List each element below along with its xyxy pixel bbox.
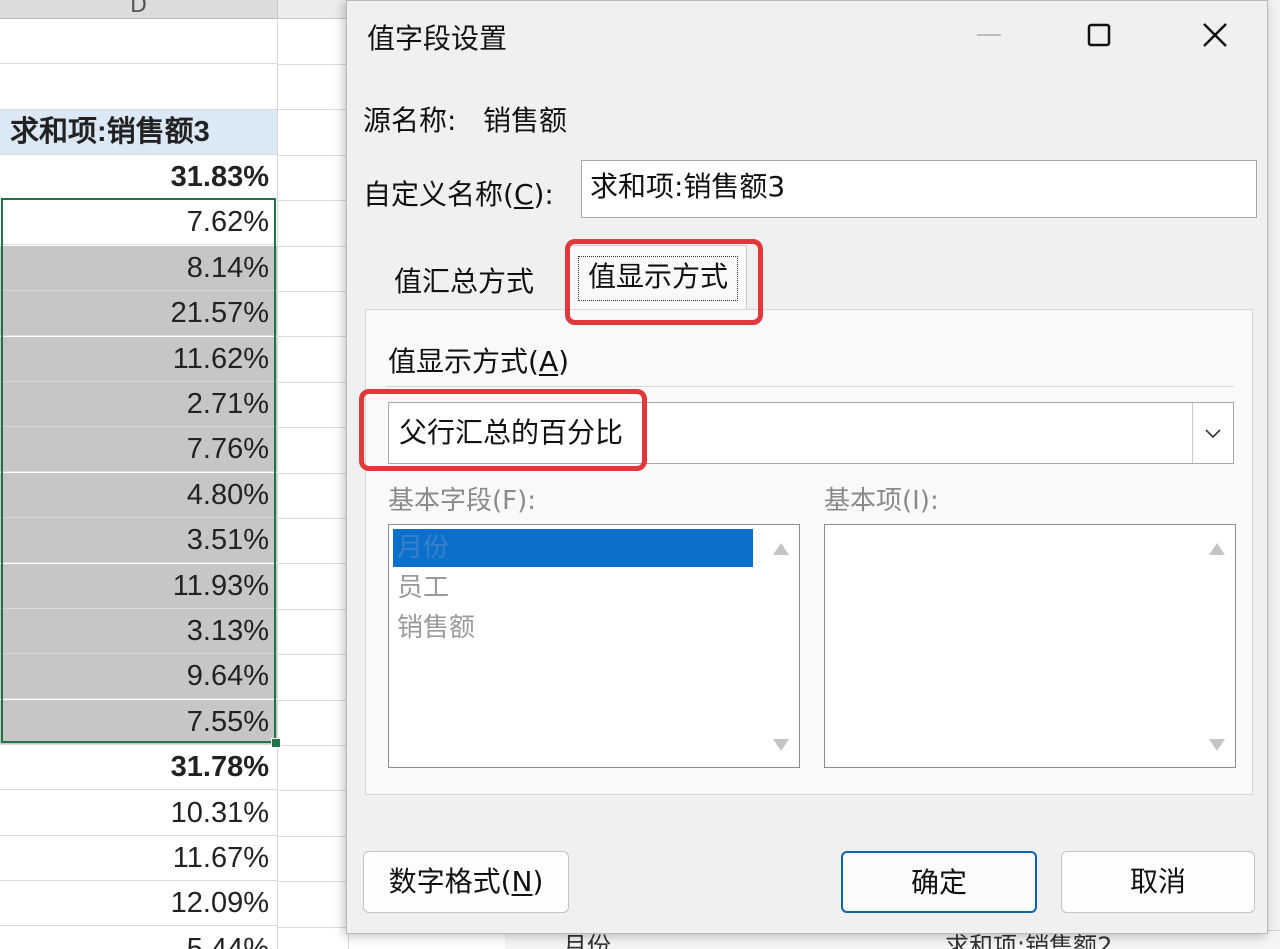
gridline [278,427,348,429]
sheet-cell[interactable] [0,64,277,110]
pivot-value-cell[interactable]: 12.09% [0,881,277,927]
base-item-list[interactable] [824,524,1236,768]
base-field-list[interactable]: 月份 员工 销售额 [388,524,800,768]
gridline [278,790,348,792]
selection-outline [1,198,276,743]
value-field-settings-dialog: 值字段设置 源名称: 销售额 自定义名称(C): 求和项:销售额3 值汇总方式 … [346,0,1268,934]
gridline [278,745,348,746]
gridline [278,381,348,383]
section-divider [386,386,1234,387]
base-field-label: 基本字段(F): [388,486,537,516]
column-header-e[interactable] [278,0,348,19]
gridline [278,563,348,565]
base-field-item[interactable]: 员工 [393,569,449,607]
source-name-label: 源名称: [363,104,457,137]
custom-name-input[interactable]: 求和项:销售额3 [581,160,1257,218]
gridline [278,654,348,656]
gridline [278,109,348,111]
tab-panel: 值显示方式(A) 父行汇总的百分比 基本字段(F): 基本项(I): 月份 员工销… [365,309,1253,795]
gridline [278,926,348,928]
highlight-tab-annotation [565,239,763,325]
scroll-down-icon[interactable] [1207,737,1227,753]
dialog-title: 值字段设置 [367,22,508,55]
gridline [278,608,348,610]
ok-button[interactable]: 确定 [841,851,1037,913]
sheet-cell[interactable] [0,18,277,64]
highlight-dropdown-annotation [359,389,647,471]
scroll-up-icon[interactable] [771,541,791,557]
column-header-d[interactable]: D [0,0,278,19]
gridline [278,154,348,156]
gridline [278,336,348,338]
maximize-icon[interactable] [1079,15,1119,55]
tab-summarize-values-by[interactable]: 值汇总方式 [365,251,563,309]
gridline [277,18,278,949]
gridline [278,518,348,519]
cancel-button[interactable]: 取消 [1061,851,1255,913]
pivot-value-cell[interactable]: 31.83% [0,155,277,200]
gridline [278,291,348,292]
pivot-value-cell[interactable]: 31.78% [0,745,277,791]
fill-handle[interactable] [271,738,281,748]
pivot-value-cell[interactable]: 5.44% [0,927,277,949]
scroll-up-icon[interactable] [1207,541,1227,557]
base-field-item[interactable]: 月份 [393,529,753,567]
gridline [278,64,348,65]
scroll-down-icon[interactable] [771,737,791,753]
gridline [278,835,348,837]
base-item-label: 基本项(I): [824,486,939,516]
pivot-value-header-cell[interactable]: 求和项:销售额3 [0,110,277,155]
pivot-value-cell[interactable]: 10.31% [0,791,277,836]
gridline [278,881,348,883]
gridline [278,245,348,247]
chevron-down-icon[interactable] [1192,403,1233,463]
pivot-value-cell[interactable]: 11.67% [0,836,277,881]
custom-name-label: 自定义名称(C): [363,178,554,211]
number-format-button[interactable]: 数字格式(N) [363,851,569,913]
close-icon[interactable] [1195,15,1235,55]
gridline [278,699,348,701]
show-values-as-label: 值显示方式(A) [388,345,570,378]
sheet-scroll-edge [1268,0,1280,949]
base-field-item[interactable]: 销售额 [393,609,475,647]
gridline [278,200,348,202]
minimize-icon [969,15,1009,55]
source-name-value: 销售额 [483,104,568,137]
gridline [278,472,348,474]
